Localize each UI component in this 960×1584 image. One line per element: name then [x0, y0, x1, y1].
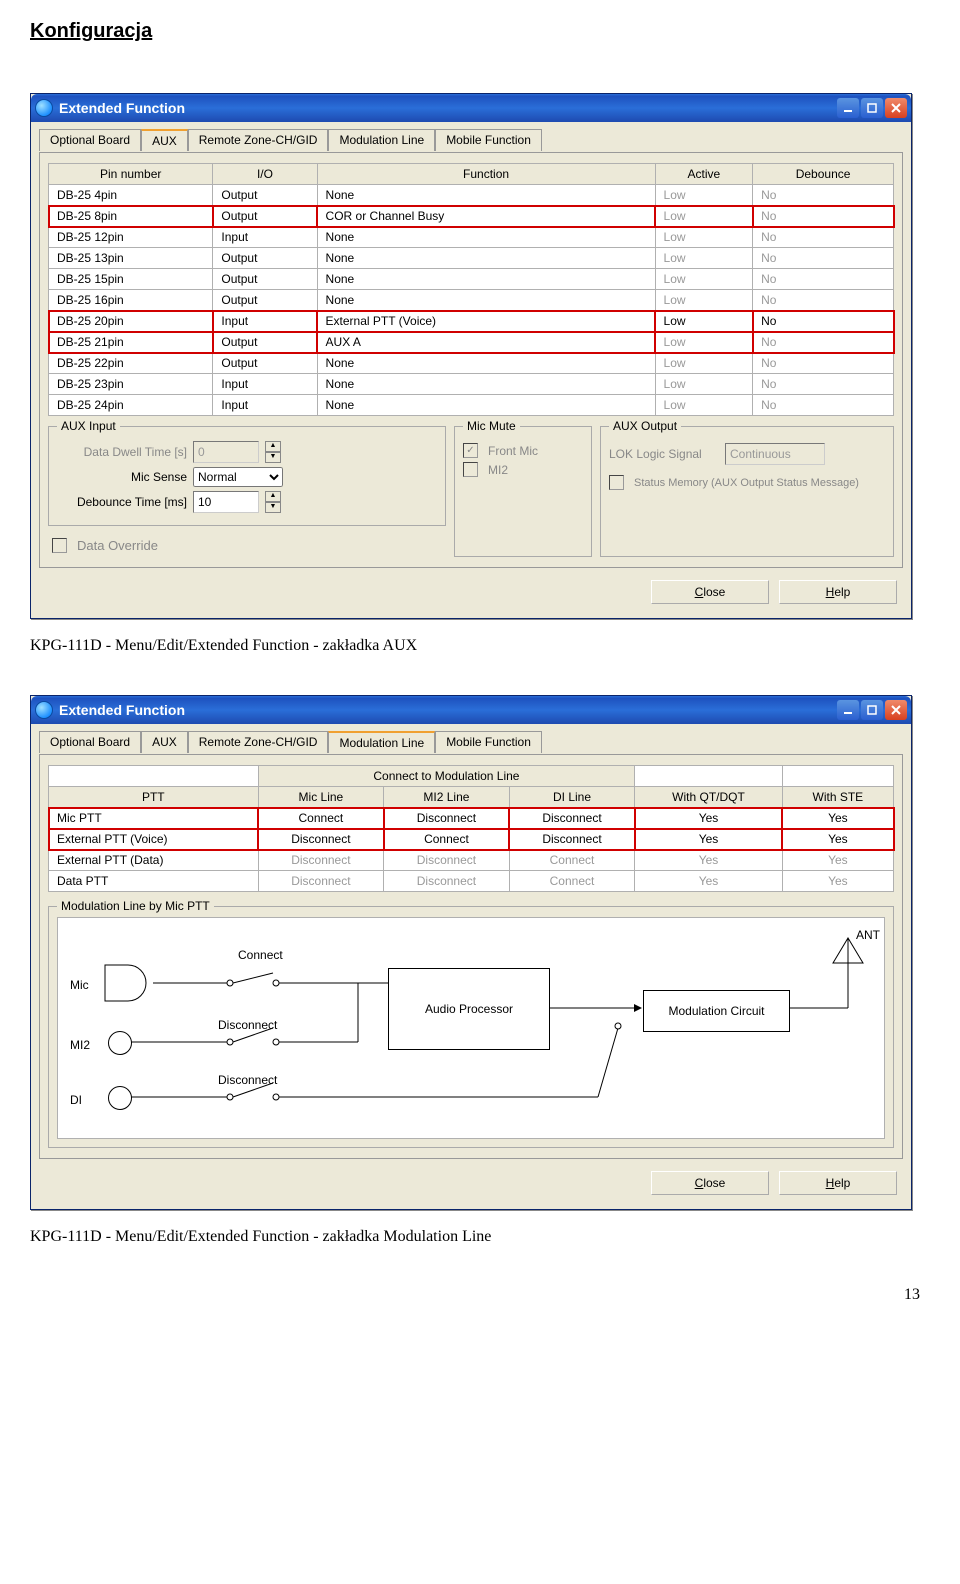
close-label: lose	[703, 1176, 725, 1190]
window-title: Extended Function	[59, 100, 185, 116]
help-button[interactable]: Help	[779, 1171, 897, 1195]
tab-aux[interactable]: AUX	[141, 731, 188, 753]
select-mic-sense[interactable]: Normal	[193, 467, 283, 487]
label-mic-sense: Mic Sense	[57, 470, 187, 484]
close-dialog-button[interactable]: Close	[651, 1171, 769, 1195]
block-audio-processor: Audio Processor	[388, 968, 550, 1050]
app-icon	[35, 701, 53, 719]
tab-modulation-line[interactable]: Modulation Line	[328, 129, 435, 151]
close-button[interactable]	[885, 98, 907, 118]
col-io: I/O	[213, 164, 317, 185]
table-row[interactable]: DB-25 20pinInputExternal PTT (Voice)LowN…	[49, 311, 894, 332]
table-row[interactable]: Mic PTTConnectDisconnectDisconnectYesYes	[49, 808, 894, 829]
checkbox-front-mic: ✓	[463, 443, 478, 458]
checkbox-status-memory	[609, 475, 624, 490]
legend-mic-mute: Mic Mute	[463, 419, 520, 433]
modulation-table[interactable]: Connect to Modulation Line PTT Mic Line …	[48, 765, 894, 892]
close-label: lose	[703, 585, 725, 599]
tabstrip: Optional Board AUX Remote Zone-CH/GID Mo…	[39, 730, 903, 752]
diagram-label-ant: ANT	[856, 928, 880, 942]
page-title: Konfiguracja	[30, 20, 930, 43]
tab-mobile-function[interactable]: Mobile Function	[435, 129, 542, 151]
table-row[interactable]: DB-25 22pinOutputNoneLowNo	[49, 353, 894, 374]
col-mic-line: Mic Line	[258, 787, 384, 808]
tab-remote-zone[interactable]: Remote Zone-CH/GID	[188, 731, 329, 753]
table-row[interactable]: DB-25 24pinInputNoneLowNo	[49, 395, 894, 416]
tab-optional-board[interactable]: Optional Board	[39, 731, 141, 753]
app-icon	[35, 99, 53, 117]
window-extended-function-aux: Extended Function Optional Board AUX Rem…	[30, 93, 912, 619]
maximize-button[interactable]	[861, 700, 883, 720]
col-qt: With QT/DQT	[635, 787, 782, 808]
tab-optional-board[interactable]: Optional Board	[39, 129, 141, 151]
close-dialog-button[interactable]: Close	[651, 580, 769, 604]
caption-1: KPG-111D - Menu/Edit/Extended Function -…	[30, 637, 930, 655]
col-active: Active	[655, 164, 753, 185]
checkbox-data-override	[52, 538, 67, 553]
table-row[interactable]: DB-25 16pinOutputNoneLowNo	[49, 290, 894, 311]
label-lok: LOK Logic Signal	[609, 447, 719, 461]
table-row[interactable]: DB-25 8pinOutputCOR or Channel BusyLowNo	[49, 206, 894, 227]
page-number: 13	[30, 1286, 930, 1304]
minimize-button[interactable]	[837, 700, 859, 720]
maximize-button[interactable]	[861, 98, 883, 118]
table-row[interactable]: DB-25 23pinInputNoneLowNo	[49, 374, 894, 395]
table-row[interactable]: DB-25 21pinOutputAUX ALowNo	[49, 332, 894, 353]
legend-aux-output: AUX Output	[609, 419, 681, 433]
table-row[interactable]: DB-25 4pinOutputNoneLowNo	[49, 185, 894, 206]
caption-2: KPG-111D - Menu/Edit/Extended Function -…	[30, 1228, 930, 1246]
tab-modulation-line[interactable]: Modulation Line	[328, 731, 435, 753]
block-modulation-circuit: Modulation Circuit	[643, 990, 790, 1032]
table-row[interactable]: External PTT (Data)DisconnectDisconnectC…	[49, 850, 894, 871]
col-function: Function	[317, 164, 655, 185]
col-ptt: PTT	[49, 787, 259, 808]
help-label: elp	[834, 585, 850, 599]
table-row[interactable]: External PTT (Voice)DisconnectConnectDis…	[49, 829, 894, 850]
label-mi2: MI2	[488, 463, 508, 477]
window-extended-function-modulation: Extended Function Optional Board AUX Rem…	[30, 695, 912, 1210]
close-button[interactable]	[885, 700, 907, 720]
label-status-memory: Status Memory (AUX Output Status Message…	[634, 477, 859, 489]
col-debounce: Debounce	[753, 164, 894, 185]
groupbox-aux-output: AUX Output LOK Logic Signal Status Memor…	[600, 426, 894, 557]
minimize-button[interactable]	[837, 98, 859, 118]
col-ste: With STE	[782, 787, 893, 808]
checkbox-mi2	[463, 462, 478, 477]
table-row[interactable]: Data PTTDisconnectDisconnectConnectYesYe…	[49, 871, 894, 892]
col-mi2-line: MI2 Line	[384, 787, 510, 808]
label-dwell: Data Dwell Time [s]	[57, 445, 187, 459]
table-row[interactable]: DB-25 12pinInputNoneLowNo	[49, 227, 894, 248]
col-di-line: DI Line	[509, 787, 635, 808]
input-debounce-time[interactable]	[193, 491, 259, 513]
tab-aux[interactable]: AUX	[141, 129, 188, 151]
legend-diagram: Modulation Line by Mic PTT	[57, 899, 214, 913]
groupbox-mic-mute: Mic Mute ✓Front Mic MI2	[454, 426, 592, 557]
header-connect-to-mod: Connect to Modulation Line	[258, 766, 635, 787]
titlebar: Extended Function	[31, 94, 911, 122]
legend-aux-input: AUX Input	[57, 419, 120, 433]
table-row[interactable]: DB-25 15pinOutputNoneLowNo	[49, 269, 894, 290]
help-label: elp	[834, 1176, 850, 1190]
tabstrip: Optional Board AUX Remote Zone-CH/GID Mo…	[39, 128, 903, 150]
groupbox-aux-input: AUX Input Data Dwell Time [s] ▲▼ Mic Sen…	[48, 426, 446, 526]
label-debounce-time: Debounce Time [ms]	[57, 495, 187, 509]
aux-pin-table[interactable]: Pin number I/O Function Active Debounce …	[48, 163, 894, 416]
modulation-diagram: Mic MI2 DI Connect Disconnect Disconnect	[57, 917, 885, 1139]
titlebar: Extended Function	[31, 696, 911, 724]
col-pin: Pin number	[49, 164, 213, 185]
input-lok	[725, 443, 825, 465]
table-row[interactable]: DB-25 13pinOutputNoneLowNo	[49, 248, 894, 269]
label-front-mic: Front Mic	[488, 444, 538, 458]
input-dwell	[193, 441, 259, 463]
tab-mobile-function[interactable]: Mobile Function	[435, 731, 542, 753]
window-title: Extended Function	[59, 702, 185, 718]
help-button[interactable]: Help	[779, 580, 897, 604]
label-data-override: Data Override	[77, 538, 158, 553]
tab-remote-zone[interactable]: Remote Zone-CH/GID	[188, 129, 329, 151]
groupbox-diagram: Modulation Line by Mic PTT Mic MI2 DI Co…	[48, 906, 894, 1148]
